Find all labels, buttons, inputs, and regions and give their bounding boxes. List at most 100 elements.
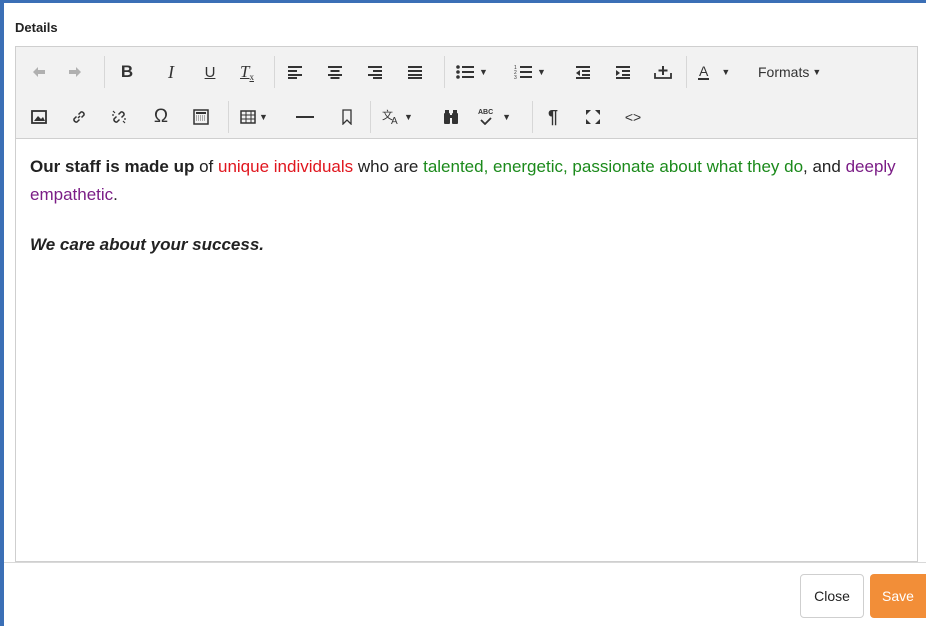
insert-plus-icon [654,65,672,79]
bold-text: Our staff is made up [30,157,195,176]
save-button[interactable]: Save [870,574,926,618]
spellcheck-button[interactable]: ABC ▼ [478,104,511,130]
table-button[interactable]: ▼ [240,104,268,130]
align-right-button[interactable] [364,59,386,85]
toolbar-separator [104,56,105,88]
undo-button[interactable] [28,59,50,85]
insert-image-button[interactable] [28,104,50,130]
chevron-down-icon: ▼ [537,67,546,77]
insert-link-button[interactable] [68,104,90,130]
toolbar-separator [370,101,371,133]
clear-formatting-icon: T [240,62,250,81]
redo-button[interactable] [64,59,86,85]
chevron-down-icon: ▼ [502,112,512,122]
align-right-icon [367,65,383,79]
align-center-icon [327,65,343,79]
redo-icon [68,66,82,78]
align-justify-icon [407,65,423,79]
bookmark-icon [341,109,353,125]
numbered-list-icon: 123 [514,64,532,80]
editor-toolbar: B I U Tx ▼ 1 2 3 ▼ A ▼ Formats ▼ Ω ▼ 文 A… [16,47,917,139]
rich-text-editor: B I U Tx ▼ 1 2 3 ▼ A ▼ Formats ▼ Ω ▼ 文 A… [15,46,918,562]
binoculars-icon [443,109,459,125]
chevron-down-icon: ▼ [721,67,731,77]
template-icon [193,109,209,125]
text-segment: . [113,185,118,204]
italic-button[interactable]: I [160,59,182,85]
window-frame-left [0,0,4,626]
align-left-button[interactable] [284,59,306,85]
font-color-icon: A [698,63,710,80]
clear-formatting-button[interactable]: Tx [236,59,258,85]
close-button[interactable]: Close [800,574,864,618]
align-justify-button[interactable] [404,59,426,85]
content-paragraph-1: Our staff is made up of unique individua… [30,153,905,209]
toolbar-separator [274,56,275,88]
editor-content[interactable]: Our staff is made up of unique individua… [30,153,905,259]
field-label: Details [15,20,58,35]
bullet-list-button[interactable]: ▼ [456,59,488,85]
code-icon: <> [624,109,642,125]
toolbar-separator [228,101,229,133]
toolbar-separator [686,56,687,88]
formats-label: Formats [758,64,810,80]
horizontal-line-button[interactable] [294,104,316,130]
table-icon [240,110,256,124]
outdent-icon [575,65,591,79]
translate-button[interactable]: 文A ▼ [382,104,413,130]
translate-icon: 文A [382,109,402,125]
bullet-list-icon [456,65,474,79]
indent-icon [615,65,631,79]
toolbar-separator [532,101,533,133]
underline-button[interactable]: U [199,59,221,85]
fullscreen-button[interactable] [582,104,604,130]
footer-divider [4,562,926,563]
toolbar-separator [444,56,445,88]
omega-icon: Ω [153,106,169,127]
align-left-icon [287,65,303,79]
toolbar-row-2: Ω ▼ 文 A ▼ ABC ▼ ¶ <> [16,95,917,139]
bold-icon: B [120,62,134,81]
font-color-button[interactable]: A ▼ [698,59,730,85]
window-frame-top [0,0,926,3]
special-character-button[interactable]: Ω [150,104,172,130]
text-segment: , and [803,157,846,176]
outdent-button[interactable] [572,59,594,85]
unlink-icon [111,109,127,125]
bold-italic-text: We care about your success. [30,235,265,254]
text-segment: who are [353,157,424,176]
toolbar-row-1: B I U Tx ▼ 1 2 3 ▼ A ▼ Formats ▼ [16,50,917,94]
fullscreen-icon [585,109,601,125]
italic-icon: I [168,61,174,82]
red-text: unique individuals [218,157,354,176]
image-icon [31,110,47,124]
undo-icon [32,66,46,78]
bold-button[interactable]: B [116,59,138,85]
chevron-down-icon: ▼ [812,67,822,77]
spellcheck-icon: ABC [478,109,493,125]
align-center-button[interactable] [324,59,346,85]
source-code-button[interactable]: <> [622,104,644,130]
content-paragraph-2: We care about your success. [30,231,905,259]
show-blocks-button[interactable]: ¶ [542,104,564,130]
chevron-down-icon: ▼ [404,112,413,122]
svg-text:3: 3 [514,75,517,80]
horizontal-line-icon [296,115,314,119]
unlink-button[interactable] [108,104,130,130]
paragraph-icon: ¶ [547,106,558,127]
link-icon [71,109,87,125]
bookmark-button[interactable] [336,104,358,130]
template-button[interactable] [190,104,212,130]
insert-line-button[interactable] [652,59,674,85]
spellcheck-label: ABC [478,109,494,116]
green-text: talented, energetic, passionate about wh… [423,157,804,176]
indent-button[interactable] [612,59,634,85]
svg-text:A: A [391,116,398,125]
find-replace-button[interactable] [440,104,462,130]
underline-icon: U [204,63,216,81]
chevron-down-icon: ▼ [479,67,488,77]
text-segment: of [194,157,218,176]
numbered-list-button[interactable]: 123 ▼ [514,59,546,85]
chevron-down-icon: ▼ [259,112,268,122]
formats-dropdown[interactable]: Formats ▼ [758,59,821,85]
